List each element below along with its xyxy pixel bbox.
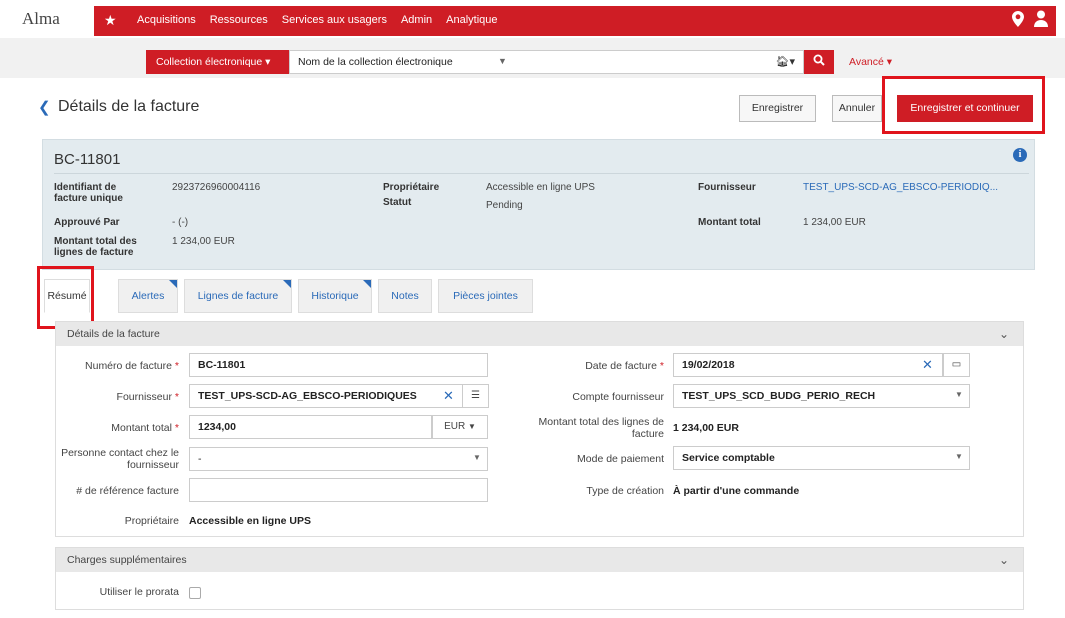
- vendor-field[interactable]: TEST_UPS-SCD-AG_EBSCO-PERIODIQUES: [189, 384, 463, 408]
- corner-marker-icon: [169, 280, 177, 288]
- reference-field[interactable]: [189, 478, 488, 502]
- home-icon[interactable]: 🏠︎▾: [776, 55, 796, 68]
- invoice-number-field[interactable]: BC-11801: [189, 353, 488, 377]
- creation-type-label: Type de création: [586, 485, 664, 497]
- menu-acquisitions[interactable]: Acquisitions: [137, 14, 196, 26]
- creation-type-value: À partir d'une commande: [673, 485, 800, 497]
- corner-marker-icon: [283, 280, 291, 288]
- section-title: Charges supplémentaires: [67, 554, 187, 566]
- total-amount-field[interactable]: 1234,00: [189, 415, 432, 439]
- prorata-checkbox[interactable]: [189, 587, 201, 599]
- vendor-link[interactable]: TEST_UPS-SCD-AG_EBSCO-PERIODIQ...: [803, 182, 998, 193]
- highlight-box: [37, 266, 94, 329]
- unique-id-value: 2923726960004116: [172, 182, 261, 193]
- lines-total-value: 1 234,00 EUR: [172, 236, 235, 247]
- user-icon[interactable]: [1034, 10, 1048, 31]
- tab-label: Alertes: [131, 290, 165, 302]
- lines-total-value: 1 234,00 EUR: [673, 422, 739, 434]
- payment-method-select[interactable]: Service comptable: [673, 446, 970, 470]
- advanced-search-link[interactable]: Avancé ▾: [849, 56, 892, 68]
- owner-value: Accessible en ligne UPS: [486, 182, 595, 193]
- tab-label: Historique: [311, 290, 359, 302]
- tab-notes[interactable]: Notes: [378, 279, 432, 313]
- section-header[interactable]: Charges supplémentaires ⌄: [56, 548, 1023, 572]
- owner-label: Propriétaire: [124, 515, 179, 527]
- invoice-summary-panel: BC-11801 i Identifiant de facture unique…: [42, 139, 1035, 270]
- lines-total-label: Montant total des lignes de facture: [54, 236, 137, 258]
- invoice-id-title: BC-11801: [54, 151, 121, 168]
- contact-select[interactable]: -: [189, 447, 488, 471]
- total-value: 1 234,00 EUR: [803, 217, 866, 228]
- menu-ressources[interactable]: Ressources: [210, 14, 268, 26]
- invoice-date-label: Date de facture *: [585, 360, 664, 372]
- invoice-date-field[interactable]: 19/02/2018: [673, 353, 943, 377]
- payment-method-label: Mode de paiement: [577, 453, 664, 465]
- status-label: Statut: [383, 197, 412, 208]
- status-value: Pending: [486, 200, 523, 211]
- chevron-down-icon[interactable]: ▼: [498, 56, 507, 66]
- search-icon: [813, 54, 825, 66]
- tab-label: Lignes de facture: [197, 290, 279, 302]
- menu-admin[interactable]: Admin: [401, 14, 432, 26]
- chevron-down-icon[interactable]: ▼: [955, 452, 963, 461]
- clear-x-icon[interactable]: ✕: [443, 388, 454, 404]
- invoice-details-section: Détails de la facture ⌄ Numéro de factur…: [55, 321, 1024, 537]
- location-pin-icon[interactable]: [1012, 11, 1024, 30]
- total-label: Montant total *: [111, 422, 179, 434]
- calendar-icon[interactable]: ▭: [943, 353, 970, 377]
- cancel-button[interactable]: Annuler: [832, 95, 882, 122]
- search-field-label: Nom de la collection électronique: [298, 56, 453, 68]
- search-input[interactable]: Nom de la collection électronique ▼ 🏠︎▾: [289, 50, 804, 74]
- main-menu-bar: ★ Acquisitions Ressources Services aux u…: [94, 6, 1056, 36]
- approved-by-label: Approuvé Par: [54, 217, 120, 228]
- total-label: Montant total: [698, 217, 761, 228]
- chevron-down-icon[interactable]: ▼: [955, 390, 963, 399]
- tab-alertes[interactable]: Alertes: [118, 279, 178, 313]
- menu-services-usagers[interactable]: Services aux usagers: [282, 14, 387, 26]
- vendor-label: Fournisseur *: [116, 391, 179, 403]
- invoice-number-label: Numéro de facture *: [85, 360, 179, 372]
- menu-analytique[interactable]: Analytique: [446, 14, 497, 26]
- page-title: Détails de la facture: [58, 98, 200, 115]
- corner-marker-icon: [363, 280, 371, 288]
- search-row: Collection électronique ▾ Nom de la coll…: [0, 38, 1065, 78]
- vendor-label: Fournisseur: [698, 182, 756, 193]
- section-header[interactable]: Détails de la facture ⌄: [56, 322, 1023, 346]
- chevron-down-icon[interactable]: ⌄: [999, 548, 1009, 572]
- top-bar: Alma ★ Acquisitions Ressources Services …: [0, 0, 1065, 38]
- divider: [54, 173, 1029, 174]
- currency-select[interactable]: EUR ▼: [432, 415, 488, 439]
- search-type-select[interactable]: Collection électronique ▾: [146, 50, 289, 74]
- tab-historique[interactable]: Historique: [298, 279, 372, 313]
- info-icon[interactable]: i: [1013, 148, 1027, 162]
- clear-x-icon[interactable]: ✕: [922, 357, 933, 373]
- approved-by-value: - (-): [172, 217, 189, 228]
- vendor-account-select[interactable]: TEST_UPS_SCD_BUDG_PERIO_RECH: [673, 384, 970, 408]
- owner-label: Propriétaire: [383, 182, 440, 193]
- section-title: Détails de la facture: [67, 328, 160, 340]
- vendor-account-label: Compte fournisseur: [572, 391, 664, 403]
- tab-lignes-facture[interactable]: Lignes de facture: [184, 279, 292, 313]
- unique-id-label: Identifiant de facture unique: [54, 182, 123, 204]
- contact-label: Personne contact chez le fournisseur: [61, 447, 179, 471]
- list-icon[interactable]: ☰: [462, 384, 489, 408]
- prorata-label: Utiliser le prorata: [99, 586, 179, 598]
- reference-label: # de référence facture: [76, 485, 179, 497]
- search-button[interactable]: [804, 50, 834, 74]
- tab-pieces-jointes[interactable]: Pièces jointes: [438, 279, 533, 313]
- chevron-down-icon[interactable]: ▼: [473, 453, 481, 462]
- star-icon[interactable]: ★: [104, 12, 117, 29]
- save-button[interactable]: Enregistrer: [739, 95, 816, 122]
- owner-value: Accessible en ligne UPS: [189, 515, 311, 527]
- chevron-down-icon[interactable]: ⌄: [999, 322, 1009, 346]
- lines-total-label: Montant total des lignes de facture: [538, 416, 665, 440]
- additional-charges-section: Charges supplémentaires ⌄ Utiliser le pr…: [55, 547, 1024, 610]
- highlight-box: [882, 76, 1045, 134]
- back-arrow-icon[interactable]: ❮: [38, 98, 51, 116]
- alma-logo[interactable]: Alma: [22, 9, 60, 29]
